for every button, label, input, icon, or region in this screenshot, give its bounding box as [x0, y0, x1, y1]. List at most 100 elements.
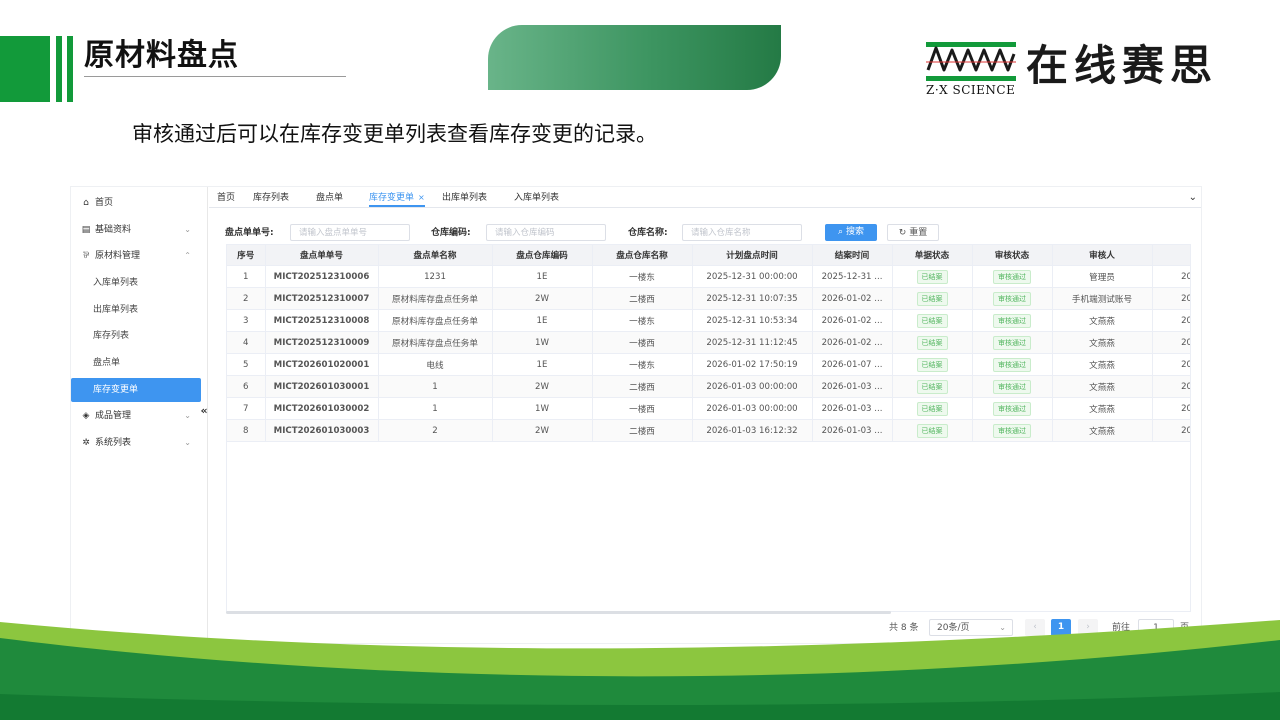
- order-code-link[interactable]: MICT202512310007: [265, 287, 379, 310]
- logo-text-cn: 在线赛思: [1026, 41, 1219, 90]
- sidebar-item-label: 系统列表: [95, 438, 132, 448]
- sidebar-item-label: 首页: [95, 198, 114, 208]
- audit-badge: 审核通过: [993, 357, 1031, 372]
- sidebar-item-label: 原材料管理: [95, 251, 141, 261]
- slide-title: 原材料盘点: [84, 38, 239, 73]
- sidebar-item-label: 盘点单: [93, 358, 121, 368]
- table-row[interactable]: 2 MICT202512310007 原材料库存盘点任务单 2W 二楼西 202…: [227, 287, 1190, 310]
- warehouse-name-input[interactable]: 请输入仓库名称: [682, 224, 802, 241]
- accent-bar: [56, 36, 62, 102]
- sidebar-item-outbound-list[interactable]: 出库单列表: [71, 298, 207, 322]
- decorative-banner: [488, 25, 781, 90]
- table-row[interactable]: 3 MICT202512310008 原材料库存盘点任务单 1E 一楼东 202…: [227, 309, 1190, 332]
- title-underline: [84, 76, 346, 77]
- database-icon: ▤: [81, 225, 91, 235]
- sidebar-item-label: 成品管理: [95, 411, 132, 421]
- warehouse-code-label: 仓库编码:: [431, 228, 471, 238]
- tab-stocktake[interactable]: 盘点单: [316, 187, 343, 207]
- sidebar-item-home[interactable]: ⌂ 首页: [71, 191, 207, 215]
- sidebar-item-stocktake[interactable]: 盘点单: [71, 351, 207, 375]
- table-row[interactable]: 8 MICT202601030003 2 2W 二楼西 2026-01-03 1…: [227, 419, 1190, 442]
- column-header[interactable]: 单据状态: [892, 245, 973, 266]
- status-badge: 已结案: [916, 313, 948, 328]
- column-header[interactable]: 盘点单名称: [378, 245, 493, 266]
- audit-badge: 审核通过: [993, 335, 1031, 350]
- status-badge: 已结案: [916, 401, 948, 416]
- order-code-link[interactable]: MICT202512310009: [265, 331, 379, 354]
- column-header[interactable]: 盘点仓库名称: [592, 245, 693, 266]
- accent-bar: [67, 36, 73, 102]
- tab-stock-list[interactable]: 库存列表: [253, 187, 289, 207]
- divider: [207, 187, 208, 643]
- status-badge: 已结案: [916, 269, 948, 284]
- status-badge: 已结案: [916, 357, 948, 372]
- sidebar-item-label: 基础资料: [95, 225, 132, 235]
- audit-badge: 审核通过: [993, 379, 1031, 394]
- chevron-down-icon[interactable]: ⌄: [1189, 187, 1197, 209]
- audit-badge: 审核通过: [993, 313, 1031, 328]
- close-icon[interactable]: ×: [418, 193, 425, 202]
- sidebar-item-material-management[interactable]: ⅌ 原材料管理 ⌃: [71, 244, 207, 268]
- app-window: ⌂ 首页 ▤ 基础资料 ⌄ ⅌ 原材料管理 ⌃ 入库单列表 出库单列表 库存列表…: [70, 186, 1202, 644]
- refresh-icon: ↻: [898, 228, 910, 238]
- audit-badge: 审核通过: [993, 423, 1031, 438]
- table-row[interactable]: 5 MICT202601020001 电线 1E 一楼东 2026-01-02 …: [227, 353, 1190, 376]
- column-header[interactable]: 审核状态: [972, 245, 1053, 266]
- table-row[interactable]: 4 MICT202512310009 原材料库存盘点任务单 1W 一楼西 202…: [227, 331, 1190, 354]
- order-code-link[interactable]: MICT202601030001: [265, 375, 379, 398]
- cube-icon: ◈: [82, 411, 90, 421]
- reset-button[interactable]: ↻ 重置: [887, 224, 939, 241]
- collapse-sidebar-icon[interactable]: «: [197, 403, 211, 419]
- sidebar-item-system[interactable]: ✲ 系统列表 ⌄: [71, 431, 207, 455]
- table-row[interactable]: 7 MICT202601030002 1 1W 一楼西 2026-01-03 0…: [227, 397, 1190, 420]
- logo-text-en: Z·X SCIENCE: [926, 83, 1016, 97]
- sidebar-item-label: 库存列表: [93, 331, 130, 341]
- column-header[interactable]: 盘点仓库编码: [492, 245, 593, 266]
- sidebar-item-stock-list[interactable]: 库存列表: [71, 324, 207, 348]
- footer-decoration: [0, 620, 1280, 720]
- order-no-input[interactable]: 请输入盘点单单号: [290, 224, 410, 241]
- sidebar-item-stock-change[interactable]: 库存变更单: [71, 378, 201, 402]
- audit-badge: 审核通过: [993, 269, 1031, 284]
- tab-home[interactable]: 首页: [217, 187, 235, 207]
- tab-outbound-list[interactable]: 出库单列表: [442, 187, 487, 207]
- status-badge: 已结案: [916, 335, 948, 350]
- material-icon: ⅌: [83, 251, 89, 261]
- column-header[interactable]: 盘点单单号: [265, 245, 379, 266]
- table-header-row: 序号 盘点单单号 盘点单名称 盘点仓库编码 盘点仓库名称 计划盘点时间 结案时间…: [227, 245, 1190, 266]
- status-badge: 已结案: [916, 379, 948, 394]
- status-badge: 已结案: [916, 423, 948, 438]
- chevron-up-icon: ⌃: [184, 251, 191, 260]
- settings-icon: ✲: [82, 438, 90, 448]
- order-code-link[interactable]: MICT202601020001: [265, 353, 379, 376]
- table-row[interactable]: 6 MICT202601030001 1 2W 二楼西 2026-01-03 0…: [227, 375, 1190, 398]
- column-header[interactable]: 序号: [227, 245, 266, 266]
- sidebar-item-basic-data[interactable]: ▤ 基础资料 ⌄: [71, 218, 207, 242]
- column-header[interactable]: 结案时间: [812, 245, 893, 266]
- search-button[interactable]: ⌕ 搜索: [825, 224, 877, 241]
- table-row[interactable]: 1 MICT202512310006 1231 1E 一楼东 2025-12-3…: [227, 265, 1190, 288]
- sidebar-item-label: 出库单列表: [93, 305, 139, 315]
- order-code-link[interactable]: MICT202512310008: [265, 309, 379, 332]
- warehouse-name-label: 仓库名称:: [628, 228, 668, 238]
- sidebar-item-product-management[interactable]: ◈ 成品管理 ⌄: [71, 404, 207, 428]
- tab-stock-change[interactable]: 库存变更单 ×: [369, 187, 425, 207]
- logo-wave-icon: [926, 42, 1016, 81]
- column-header[interactable]: [1152, 245, 1190, 266]
- slide-subtitle: 审核通过后可以在库存变更单列表查看库存变更的记录。: [132, 122, 657, 146]
- column-header[interactable]: 计划盘点时间: [692, 245, 813, 266]
- order-code-link[interactable]: MICT202601030003: [265, 419, 379, 442]
- audit-badge: 审核通过: [993, 291, 1031, 306]
- column-header[interactable]: 审核人: [1052, 245, 1153, 266]
- sidebar-item-label: 入库单列表: [93, 278, 139, 288]
- search-icon: ⌕: [838, 227, 846, 237]
- sidebar-item-inbound-list[interactable]: 入库单列表: [71, 271, 207, 295]
- warehouse-code-input[interactable]: 请输入仓库编码: [486, 224, 606, 241]
- order-code-link[interactable]: MICT202601030002: [265, 397, 379, 420]
- audit-badge: 审核通过: [993, 401, 1031, 416]
- order-code-link[interactable]: MICT202512310006: [265, 265, 379, 288]
- tab-bar: 首页 库存列表 盘点单 库存变更单 × 出库单列表 入库单列表 ⌄: [209, 187, 1201, 208]
- chevron-down-icon: ⌄: [184, 411, 191, 420]
- order-no-label: 盘点单单号:: [225, 228, 274, 238]
- tab-inbound-list[interactable]: 入库单列表: [514, 187, 559, 207]
